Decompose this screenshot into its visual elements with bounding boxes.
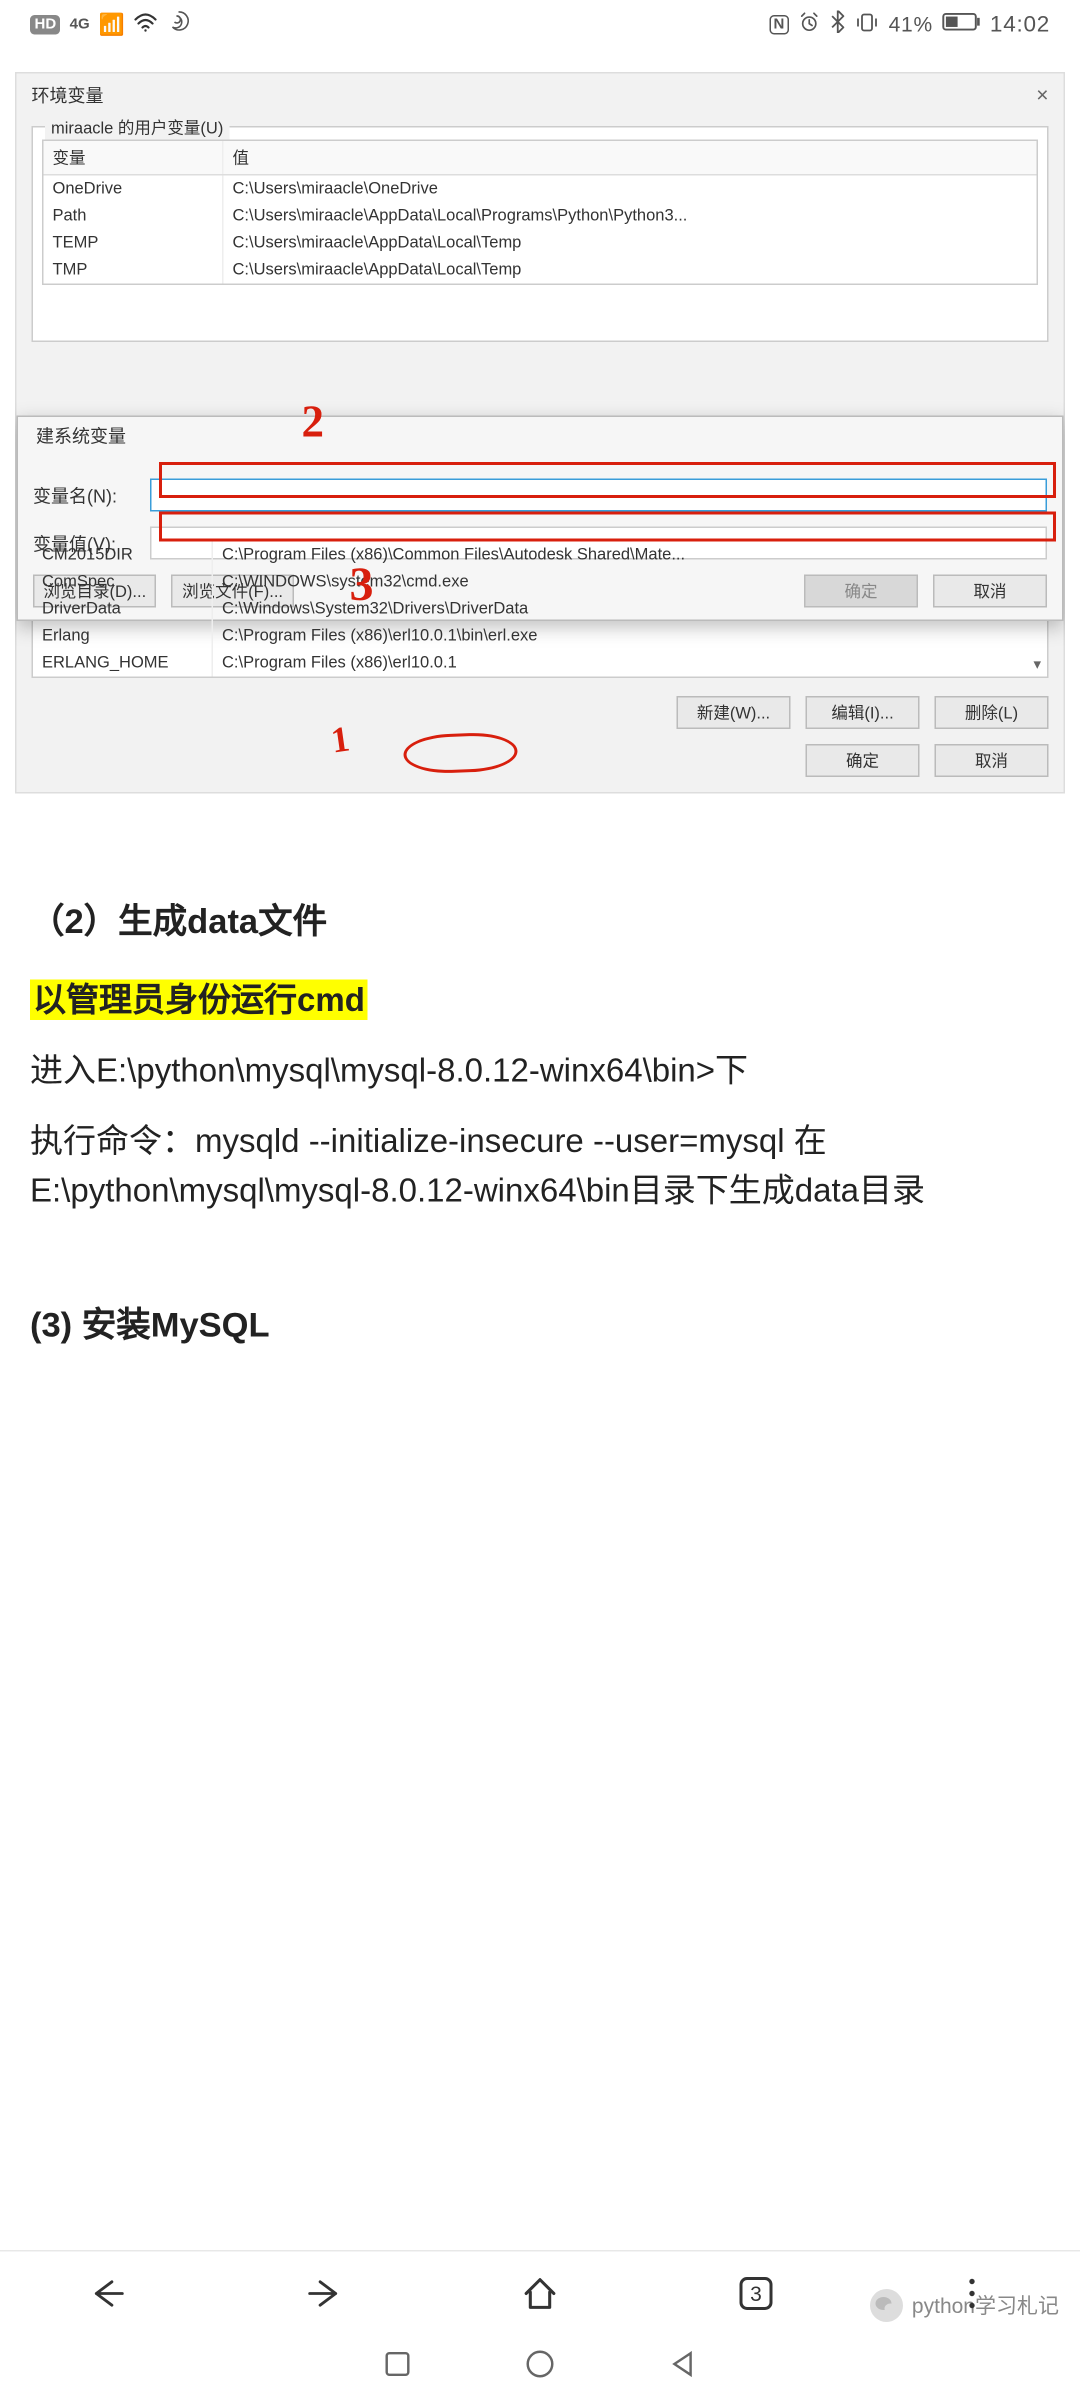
nav-back-button[interactable] — [669, 2350, 696, 2385]
table-row[interactable]: ErlangC:\Program Files (x86)\erl10.0.1\b… — [33, 623, 1047, 650]
dialog-titlebar: 环境变量 × — [17, 74, 1064, 118]
user-vars-group-label: miraacle 的用户变量(U) — [45, 116, 229, 140]
new-var-dialog-title: 建系统变量 — [33, 417, 1047, 464]
sys-delete-button[interactable]: 删除(L) — [935, 696, 1049, 729]
var-name: ComSpec — [33, 569, 213, 596]
nav-home-button[interactable] — [525, 2348, 555, 2386]
battery-percent: 41% — [889, 12, 933, 36]
table-row[interactable]: CM2015DIRC:\Program Files (x86)\Common F… — [33, 542, 1047, 569]
env-vars-screenshot: 环境变量 × miraacle 的用户变量(U) 变量 值 OneDriveC:… — [15, 72, 1065, 794]
page-content: 环境变量 × miraacle 的用户变量(U) 变量 值 OneDriveC:… — [15, 72, 1065, 2250]
annotation-box-value — [159, 512, 1056, 542]
back-button[interactable] — [87, 2272, 129, 2314]
article-body: （2）生成data文件 以管理员身份运行cmd 进入E:\python\mysq… — [15, 794, 1065, 1351]
browser-bottom-bar: 3 — [0, 2250, 1080, 2334]
var-value: C:\Program Files (x86)\erl10.0.1 — [213, 650, 1047, 677]
annotation-2: 2 — [302, 398, 325, 449]
spiral-icon — [167, 8, 191, 40]
annotation-3: 3 — [350, 557, 374, 613]
menu-button[interactable] — [951, 2272, 993, 2314]
table-row[interactable]: TEMPC:\Users\miraacle\AppData\Local\Temp — [44, 230, 1037, 257]
article-p2: 执行命令：mysqld --initialize-insecure --user… — [30, 1115, 1050, 1214]
user-vars-group: miraacle 的用户变量(U) 变量 值 OneDriveC:\Users\… — [32, 126, 1049, 342]
wifi-icon — [134, 11, 158, 37]
var-name: Erlang — [33, 623, 213, 650]
var-value: C:\Windows\System32\Drivers\DriverData — [213, 596, 1047, 623]
tabs-button[interactable]: 3 — [735, 2272, 777, 2314]
section-3-title: (3) 安装MySQL — [30, 1298, 1050, 1350]
dialog-title: 环境变量 — [32, 83, 104, 109]
var-value: C:\Users\miraacle\AppData\Local\Programs… — [224, 203, 1037, 230]
system-vars-table: ▾ CM2015DIRC:\Program Files (x86)\Common… — [32, 540, 1049, 678]
var-value: C:\Program Files (x86)\erl10.0.1\bin\erl… — [213, 623, 1047, 650]
var-name: TEMP — [44, 230, 224, 257]
dialog-ok-button[interactable]: 确定 — [806, 744, 920, 777]
var-name: OneDrive — [44, 176, 224, 203]
section-2-title: （2）生成data文件 — [30, 896, 1050, 948]
table-row[interactable]: ERLANG_HOMEC:\Program Files (x86)\erl10.… — [33, 650, 1047, 677]
var-value: C:\WINDOWS\system32\cmd.exe — [213, 569, 1047, 596]
article-p1: 进入E:\python\mysql\mysql-8.0.12-winx64\bi… — [30, 1045, 1050, 1095]
bluetooth-icon — [830, 11, 847, 38]
var-value: C:\Program Files (x86)\Common Files\Auto… — [213, 542, 1047, 569]
highlight-run-as-admin: 以管理员身份运行cmd — [30, 979, 368, 1020]
annotation-box-name — [159, 462, 1056, 498]
table-row[interactable]: DriverDataC:\Windows\System32\Drivers\Dr… — [33, 596, 1047, 623]
network-label: 4G — [70, 16, 90, 33]
vibrate-icon — [856, 11, 880, 37]
var-name: Path — [44, 203, 224, 230]
close-icon[interactable]: × — [1036, 83, 1048, 109]
dialog-cancel-button[interactable]: 取消 — [935, 744, 1049, 777]
var-value: C:\Users\miraacle\OneDrive — [224, 176, 1037, 203]
home-button[interactable] — [519, 2272, 561, 2314]
table-row[interactable]: TMPC:\Users\miraacle\AppData\Local\Temp — [44, 257, 1037, 284]
table-row[interactable]: PathC:\Users\miraacle\AppData\Local\Prog… — [44, 203, 1037, 230]
status-time: 14:02 — [990, 11, 1050, 37]
var-name: TMP — [44, 257, 224, 284]
battery-icon — [942, 12, 981, 36]
table-row[interactable]: ComSpecC:\WINDOWS\system32\cmd.exe — [33, 569, 1047, 596]
forward-button[interactable] — [303, 2272, 345, 2314]
table-row[interactable]: OneDriveC:\Users\miraacle\OneDrive — [44, 176, 1037, 203]
var-value: C:\Users\miraacle\AppData\Local\Temp — [224, 257, 1037, 284]
sys-edit-button[interactable]: 编辑(I)... — [806, 696, 920, 729]
status-bar: HD 4G 📶 N 41% 14:02 — [0, 0, 1080, 48]
nav-recent-button[interactable] — [384, 2350, 411, 2385]
nfc-icon: N — [769, 14, 790, 34]
col-name-header[interactable]: 变量 — [44, 141, 224, 174]
var-name: CM2015DIR — [33, 542, 213, 569]
alarm-icon — [799, 11, 822, 38]
signal-icon: 📶 — [99, 11, 125, 37]
hd-badge: HD — [30, 14, 61, 34]
col-value-header[interactable]: 值 — [224, 141, 1037, 174]
var-name: ERLANG_HOME — [33, 650, 213, 677]
tab-count: 3 — [740, 2276, 773, 2309]
var-name-label: 变量名(N): — [33, 482, 150, 508]
var-value: C:\Users\miraacle\AppData\Local\Temp — [224, 230, 1037, 257]
var-name: DriverData — [33, 596, 213, 623]
system-nav-bar — [0, 2334, 1080, 2400]
sys-new-button[interactable]: 新建(W)... — [677, 696, 791, 729]
